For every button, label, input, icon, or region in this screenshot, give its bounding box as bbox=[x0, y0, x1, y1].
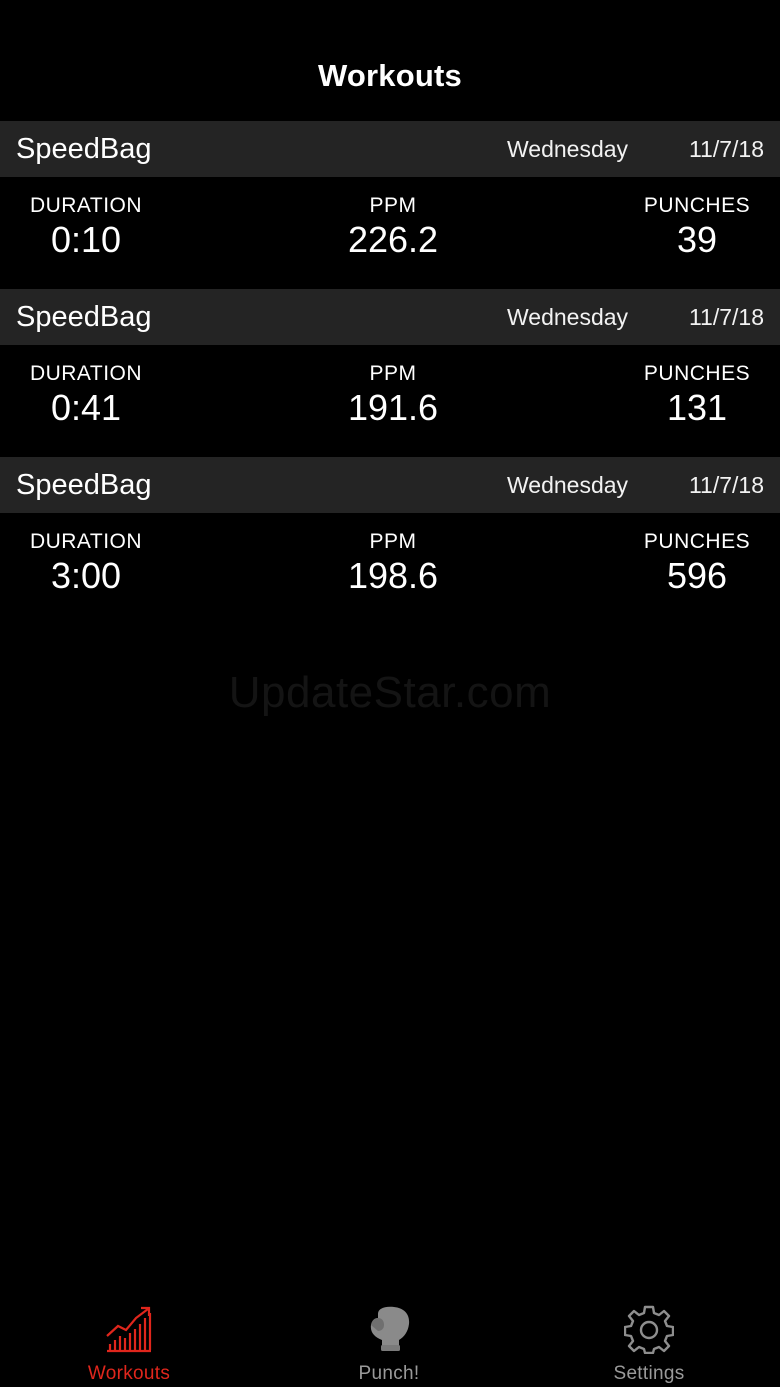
ppm-label: PPM bbox=[369, 194, 417, 217]
workout-day: Wednesday bbox=[507, 304, 629, 330]
punches-label: PUNCHES bbox=[643, 194, 751, 217]
punches-value: 596 bbox=[666, 555, 728, 596]
punches-label: PUNCHES bbox=[643, 530, 751, 553]
workout-name: SpeedBag bbox=[16, 469, 152, 501]
watermark: UpdateStar.com bbox=[228, 668, 552, 717]
duration-value: 3:00 bbox=[50, 555, 122, 596]
punches-stat: PUNCHES 596 bbox=[587, 528, 780, 597]
tab-punch-label: Punch! bbox=[358, 1363, 420, 1384]
ppm-label: PPM bbox=[369, 362, 417, 385]
duration-label: DURATION bbox=[29, 362, 143, 385]
ppm-stat: PPM 226.2 bbox=[283, 192, 503, 261]
ppm-label: PPM bbox=[369, 530, 417, 553]
workout-date: 11/7/18 bbox=[688, 136, 764, 162]
workout-item[interactable]: SpeedBag Wednesday 11/7/18 DURATION 3:00… bbox=[0, 457, 780, 625]
workout-day: Wednesday bbox=[507, 136, 629, 162]
workout-item[interactable]: SpeedBag Wednesday 11/7/18 DURATION 0:41… bbox=[0, 289, 780, 457]
duration-label: DURATION bbox=[29, 194, 143, 217]
tab-bar: Workouts Punch! Settings bbox=[0, 1290, 780, 1387]
ppm-value: 191.6 bbox=[347, 387, 439, 428]
boxing-glove-icon bbox=[370, 1306, 410, 1351]
duration-value: 0:10 bbox=[50, 219, 122, 260]
workout-date: 11/7/18 bbox=[688, 304, 764, 330]
workout-header[interactable]: SpeedBag Wednesday 11/7/18 bbox=[0, 457, 780, 513]
punches-value: 131 bbox=[666, 387, 728, 428]
duration-label: DURATION bbox=[29, 530, 143, 553]
ppm-value: 226.2 bbox=[347, 219, 439, 260]
workout-name: SpeedBag bbox=[16, 133, 152, 165]
tab-punch[interactable]: Punch! bbox=[289, 1290, 489, 1387]
page-title: Workouts bbox=[318, 58, 462, 93]
punches-stat: PUNCHES 39 bbox=[587, 192, 780, 261]
ppm-stat: PPM 191.6 bbox=[283, 360, 503, 429]
tab-settings-label: Settings bbox=[613, 1363, 685, 1384]
workout-day: Wednesday bbox=[507, 472, 629, 498]
tab-settings[interactable]: Settings bbox=[549, 1290, 749, 1387]
workout-header[interactable]: SpeedBag Wednesday 11/7/18 bbox=[0, 121, 780, 177]
workout-date: 11/7/18 bbox=[688, 472, 764, 498]
tab-workouts[interactable]: Workouts bbox=[29, 1290, 229, 1387]
chart-growth-icon bbox=[106, 1306, 152, 1353]
workout-name: SpeedBag bbox=[16, 301, 152, 333]
ppm-stat: PPM 198.6 bbox=[283, 528, 503, 597]
duration-stat: DURATION 3:00 bbox=[0, 528, 196, 597]
tab-workouts-label: Workouts bbox=[87, 1363, 171, 1384]
ppm-value: 198.6 bbox=[347, 555, 439, 596]
punches-label: PUNCHES bbox=[643, 362, 751, 385]
duration-value: 0:41 bbox=[50, 387, 122, 428]
punches-stat: PUNCHES 131 bbox=[587, 360, 780, 429]
workout-list: SpeedBag Wednesday 11/7/18 DURATION 0:10… bbox=[0, 121, 780, 625]
duration-stat: DURATION 0:10 bbox=[0, 192, 196, 261]
gear-icon bbox=[624, 1305, 674, 1354]
workout-header[interactable]: SpeedBag Wednesday 11/7/18 bbox=[0, 289, 780, 345]
workout-item[interactable]: SpeedBag Wednesday 11/7/18 DURATION 0:10… bbox=[0, 121, 780, 289]
punches-value: 39 bbox=[676, 219, 718, 260]
duration-stat: DURATION 0:41 bbox=[0, 360, 196, 429]
